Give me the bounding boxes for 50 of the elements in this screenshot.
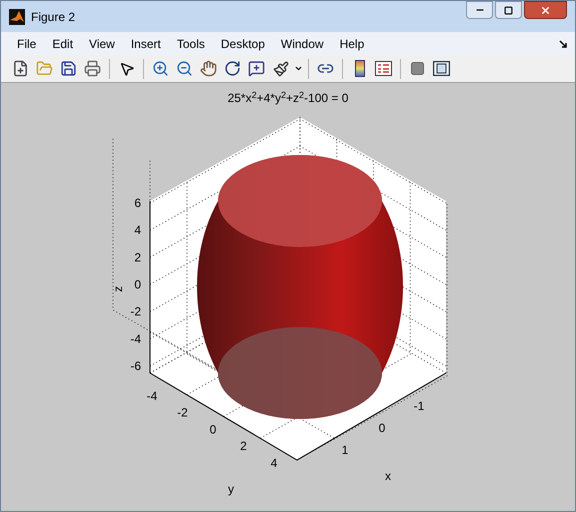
tick-label: -1 [414, 399, 424, 413]
tick-label: -2 [130, 304, 141, 319]
folder-icon [36, 60, 53, 77]
new-file-icon [12, 60, 29, 77]
caret-icon [294, 64, 302, 73]
axis-label: z [111, 286, 125, 292]
tick-label: 0 [134, 278, 141, 292]
zoom-in-icon [152, 60, 169, 77]
hand-icon [200, 60, 217, 77]
square-icon [411, 62, 424, 75]
tick-label: 2 [240, 439, 247, 454]
tick-label: 4 [270, 456, 278, 470]
note-icon [248, 60, 265, 77]
save-icon [60, 60, 77, 77]
menu-item[interactable]: Window [272, 34, 332, 52]
menu-item[interactable]: File [9, 34, 44, 52]
tick-label: 2 [134, 250, 141, 264]
dock-arrow-icon[interactable] [559, 40, 567, 48]
close-button[interactable] [524, 1, 567, 19]
close-icon [540, 4, 551, 16]
colorbar-icon [354, 60, 364, 77]
axis-label: y [228, 482, 234, 496]
tick-label: -4 [130, 332, 141, 346]
plot-title: 25*x$^{2}$+4*y$^{2}$+z$^{2}$-100 = 0 [228, 91, 348, 105]
window-title: Figure 2 [31, 8, 76, 26]
tick-label: 6 [134, 196, 141, 210]
logo-icon [9, 8, 25, 24]
menu-item[interactable]: Tools [168, 34, 213, 52]
menu-item[interactable]: Help [332, 34, 372, 52]
tick-label: -4 [146, 389, 158, 403]
brush-icon [272, 60, 288, 76]
pointer-icon [118, 60, 134, 76]
maximize-icon [504, 6, 513, 14]
rotate-icon [224, 60, 241, 77]
menu-item[interactable]: Edit [44, 34, 82, 52]
tick-label: 0 [210, 422, 216, 436]
tick-label: 4 [134, 223, 141, 238]
menu-item[interactable]: Desktop [212, 34, 273, 52]
maximize-button[interactable] [495, 1, 522, 19]
legend-icon [375, 61, 392, 76]
tick-label: 0 [378, 421, 386, 435]
panel-icon [433, 61, 450, 76]
menu-item[interactable]: Insert [122, 34, 169, 52]
printer-icon [84, 60, 101, 77]
tick-label: 1 [342, 443, 348, 457]
menu-item[interactable]: View [81, 34, 123, 52]
tick-label: -2 [177, 406, 188, 420]
tick-label: -6 [130, 359, 141, 373]
zoom-out-icon [176, 60, 193, 77]
axis-label: x [385, 469, 391, 483]
